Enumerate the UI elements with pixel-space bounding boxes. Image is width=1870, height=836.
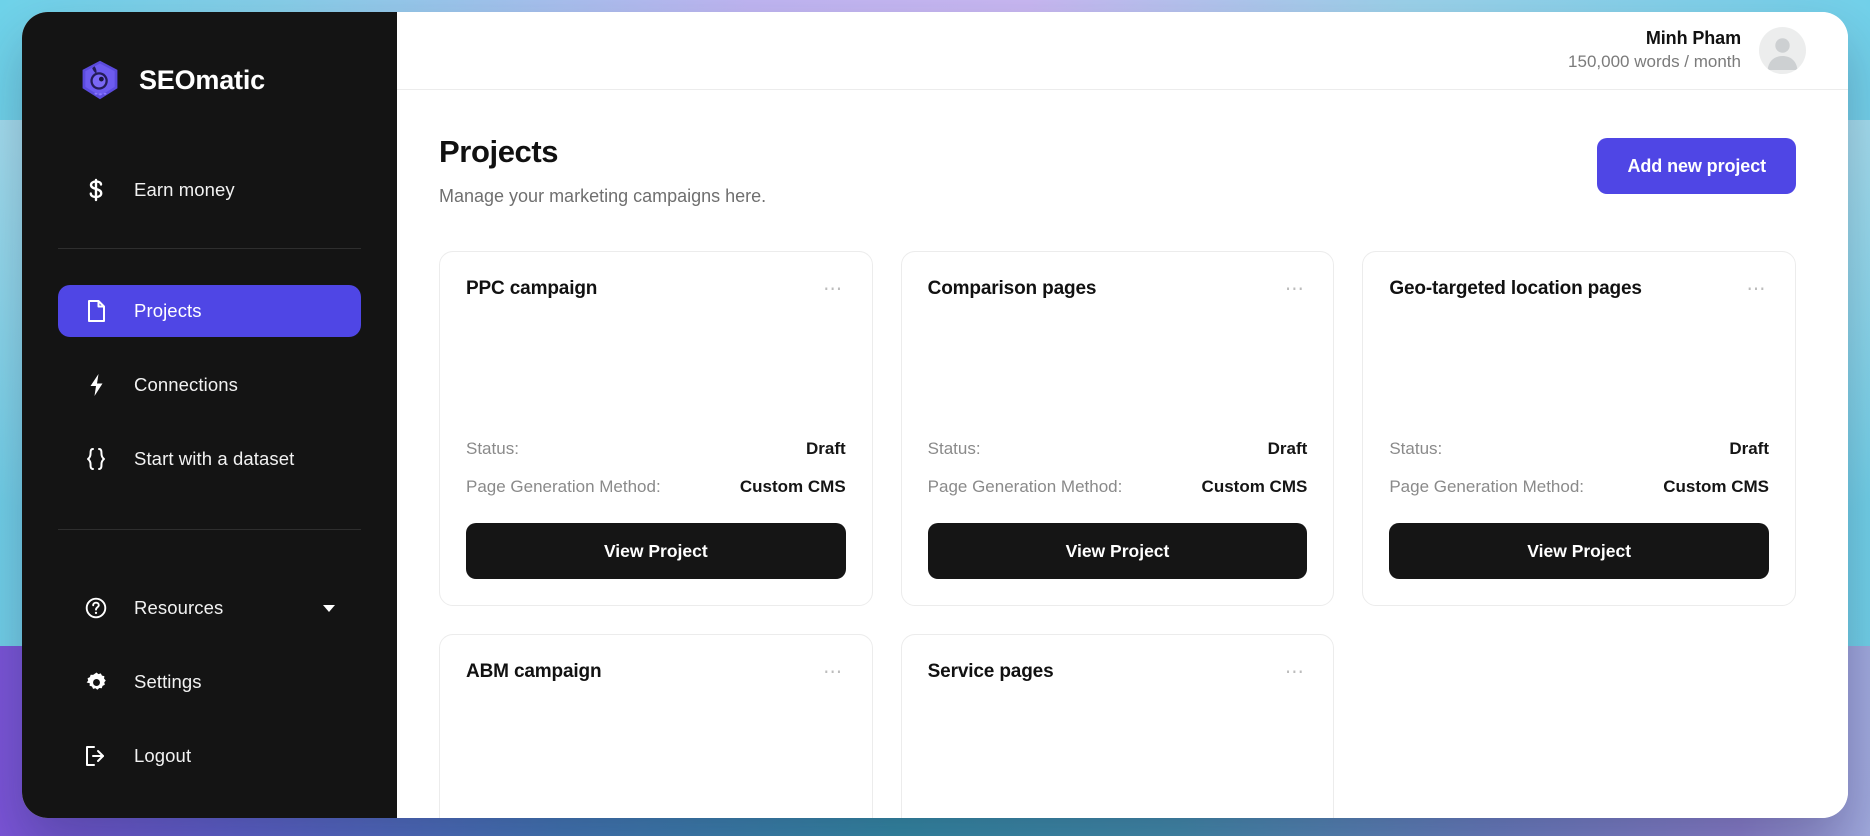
method-value: Custom CMS (1663, 477, 1769, 496)
project-card-header: Comparison pages ⋯ (928, 278, 1308, 307)
view-project-button[interactable]: View Project (927, 523, 1308, 579)
ellipsis-icon[interactable]: ⋯ (813, 661, 846, 690)
logout-icon (83, 745, 109, 767)
project-method-row: Page Generation Method: Custom CMS (928, 477, 1308, 497)
sidebar-item-logout[interactable]: Logout (58, 730, 361, 782)
add-new-project-button[interactable]: Add new project (1597, 138, 1796, 194)
view-project-button[interactable]: View Project (466, 523, 846, 579)
brand[interactable]: SEOmatic (22, 22, 397, 112)
page-subtitle: Manage your marketing campaigns here. (439, 186, 767, 206)
sidebar-divider-2 (58, 529, 361, 530)
bolt-icon (83, 373, 109, 397)
project-card[interactable]: Service pages ⋯ Status: Draft Page Gener… (900, 634, 1335, 818)
chevron-down-icon[interactable] (323, 604, 335, 612)
sidebar-item-label: Settings (134, 671, 202, 692)
page-header: Projects Manage your marketing campaigns… (439, 134, 1796, 207)
user-avatar-icon (1767, 38, 1798, 70)
sidebar-item-projects[interactable]: Projects (58, 285, 361, 337)
sidebar-item-label: Resources (134, 597, 224, 618)
project-status-row: Status: Draft (928, 439, 1308, 459)
project-card-header: Service pages ⋯ (928, 661, 1308, 690)
page-header-text: Projects Manage your marketing campaigns… (439, 134, 766, 207)
status-value: Draft (1729, 439, 1769, 458)
app-window: SEOmatic Earn money Projects Connections… (22, 12, 1848, 818)
gear-icon (83, 671, 109, 694)
sidebar-divider-1 (58, 248, 361, 249)
project-card[interactable]: ABM campaign ⋯ Status: Draft Page Genera… (439, 634, 873, 818)
user-info: Minh Pham 150,000 words / month (1568, 27, 1741, 74)
main-area: Minh Pham 150,000 words / month Projects… (397, 12, 1848, 818)
project-card[interactable]: Geo-targeted location pages ⋯ Status: Dr… (1362, 251, 1796, 606)
project-card[interactable]: Comparison pages ⋯ Status: Draft Page Ge… (900, 251, 1335, 606)
sidebar-item-earn-money[interactable]: Earn money (58, 164, 361, 216)
project-title: Service pages (927, 661, 1054, 682)
card-spacer (466, 307, 846, 439)
status-label: Status: (1389, 439, 1443, 458)
seomatic-logo-icon (78, 58, 122, 102)
method-value: Custom CMS (739, 477, 846, 496)
project-card[interactable]: PPC campaign ⋯ Status: Draft Page Genera… (439, 251, 873, 606)
sidebar: SEOmatic Earn money Projects Connections… (22, 12, 397, 818)
project-status-row: Status: Draft (466, 439, 846, 459)
projects-page: Projects Manage your marketing campaigns… (397, 90, 1848, 818)
method-value: Custom CMS (1201, 477, 1308, 496)
sidebar-item-label: Projects (134, 300, 202, 321)
project-title: ABM campaign (466, 661, 602, 682)
view-project-button[interactable]: View Project (1389, 523, 1769, 579)
project-card-header: PPC campaign ⋯ (466, 278, 846, 307)
sidebar-item-label: Start with a dataset (134, 448, 295, 469)
status-value: Draft (805, 439, 846, 458)
project-card-header: ABM campaign ⋯ (466, 661, 846, 690)
page-title: Projects (439, 134, 559, 169)
project-method-row: Page Generation Method: Custom CMS (1389, 477, 1769, 497)
question-circle-icon (83, 596, 109, 620)
topbar: Minh Pham 150,000 words / month (397, 12, 1848, 90)
status-value: Draft (1267, 439, 1308, 458)
method-label: Page Generation Method: (927, 477, 1123, 496)
projects-grid: PPC campaign ⋯ Status: Draft Page Genera… (439, 251, 1796, 818)
project-title: Comparison pages (927, 278, 1097, 299)
card-spacer (466, 690, 846, 818)
ellipsis-icon[interactable]: ⋯ (813, 278, 846, 307)
sidebar-group-main: Projects Connections Start with a datase… (22, 285, 397, 507)
ellipsis-icon[interactable]: ⋯ (1275, 278, 1308, 307)
sidebar-item-connections[interactable]: Connections (58, 359, 361, 411)
status-label: Status: (927, 439, 981, 458)
file-icon (83, 299, 109, 323)
project-status-row: Status: Draft (1389, 439, 1769, 459)
sidebar-item-settings[interactable]: Settings (58, 656, 361, 708)
status-label: Status: (466, 439, 519, 458)
method-label: Page Generation Method: (1389, 477, 1585, 496)
sidebar-group-footer: Resources Settings Logout (22, 582, 397, 804)
user-quota: 150,000 words / month (1568, 52, 1741, 72)
ellipsis-icon[interactable]: ⋯ (1275, 661, 1308, 690)
sidebar-group-earn: Earn money (22, 164, 397, 238)
avatar[interactable] (1759, 27, 1806, 74)
sidebar-item-resources[interactable]: Resources (58, 582, 361, 634)
braces-icon (83, 447, 109, 471)
dollar-icon (83, 178, 109, 202)
project-method-row: Page Generation Method: Custom CMS (466, 477, 846, 497)
sidebar-item-label: Connections (134, 374, 238, 395)
card-spacer (928, 307, 1308, 439)
card-spacer (928, 690, 1308, 818)
sidebar-item-start-with-a-dataset[interactable]: Start with a dataset (58, 433, 361, 485)
ellipsis-icon[interactable]: ⋯ (1736, 278, 1769, 307)
method-label: Page Generation Method: (466, 477, 661, 496)
sidebar-item-label: Logout (134, 745, 192, 766)
project-title: PPC campaign (466, 278, 598, 299)
project-card-header: Geo-targeted location pages ⋯ (1389, 278, 1769, 307)
sidebar-item-label: Earn money (134, 179, 235, 200)
user-name: Minh Pham (1645, 27, 1741, 48)
card-spacer (1389, 307, 1769, 439)
brand-name: SEOmatic (139, 64, 265, 95)
project-title: Geo-targeted location pages (1389, 278, 1642, 299)
